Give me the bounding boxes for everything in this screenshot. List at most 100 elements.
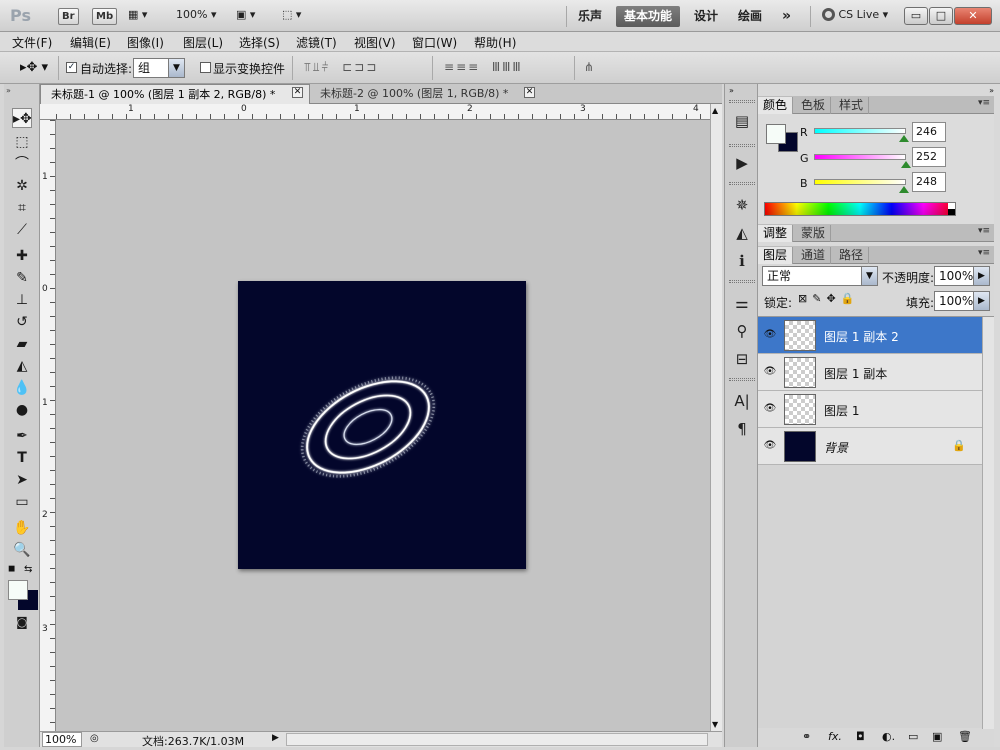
panel-menu-icon[interactable]: ▾≡ [978, 226, 990, 236]
tab-layers[interactable]: 图层 [758, 247, 794, 264]
tab-styles[interactable]: 样式 [834, 97, 870, 114]
pen-tool-icon[interactable]: ✒ [12, 426, 32, 446]
layer-row[interactable]: 👁 图层 1 [758, 391, 994, 428]
blue-slider[interactable] [814, 179, 906, 185]
lock-all-icon[interactable]: 🔒 [841, 292, 860, 305]
tab-color[interactable]: 颜色 [758, 97, 794, 114]
lock-pixels-icon[interactable]: ✎ [812, 292, 826, 305]
launch-bridge-button[interactable]: Br [58, 8, 79, 25]
launch-minibridge-button[interactable]: Mb [92, 8, 118, 25]
move-tool-preset-picker[interactable]: ▸✥ ▾ [20, 60, 48, 75]
move-tool-icon[interactable]: ▸✥ [12, 108, 32, 128]
brush-tool-icon[interactable]: ✎ [12, 268, 32, 288]
lock-options[interactable]: ⊠✎✥🔒 [798, 292, 859, 305]
lock-transparency-icon[interactable]: ⊠ [798, 292, 812, 305]
paragraph-panel-icon[interactable]: ¶ [731, 418, 753, 440]
lock-position-icon[interactable]: ✥ [826, 292, 840, 305]
status-zoom-field[interactable]: 100% [42, 732, 82, 747]
align-buttons-group[interactable]: ⫪⫫⫩ ⊏⊐⊐ [304, 60, 378, 75]
workspace-design-button[interactable]: 设计 [686, 6, 726, 27]
type-tool-icon[interactable]: T [12, 448, 32, 468]
distribute-top-icon[interactable]: ≡ [444, 60, 456, 74]
red-value-input[interactable]: 246 [912, 122, 946, 142]
healing-brush-tool-icon[interactable]: ✚ [12, 246, 32, 266]
layer-row[interactable]: 👁 背景 🔒 [758, 428, 994, 465]
collapse-dock-icon[interactable]: » [729, 86, 734, 95]
vertical-scrollbar[interactable]: ▲ ▼ [710, 104, 722, 731]
panel-menu-icon[interactable]: ▾≡ [978, 248, 990, 258]
menu-file[interactable]: 文件(F) [12, 34, 52, 51]
vertical-ruler[interactable]: 1 0 1 2 3 [40, 120, 56, 731]
zoom-level-dropdown[interactable]: 100% ▾ [176, 8, 216, 21]
distribute-hcenter-icon[interactable]: Ⅲ [502, 60, 512, 74]
opacity-input[interactable]: 100% ▶ [934, 266, 990, 286]
eraser-tool-icon[interactable]: ▰ [12, 334, 32, 354]
green-slider-thumb[interactable] [901, 161, 911, 168]
eyedropper-tool-icon[interactable]: ⟋ [12, 220, 32, 240]
arrange-documents-button[interactable]: ▣ ▾ [236, 8, 255, 21]
navigator-panel-icon[interactable]: ✵ [731, 194, 753, 216]
scroll-down-icon[interactable]: ▼ [712, 720, 718, 729]
align-hcenter-icon[interactable]: ⊐ [354, 60, 366, 74]
menu-help[interactable]: 帮助(H) [474, 34, 516, 51]
distribute-right-icon[interactable]: Ⅲ [512, 60, 522, 74]
maximize-button[interactable]: □ [929, 7, 953, 25]
tab-channels[interactable]: 通道 [796, 247, 832, 264]
green-value-input[interactable]: 252 [912, 147, 946, 167]
menu-layer[interactable]: 图层(L) [183, 34, 223, 51]
tool-presets-icon[interactable]: ⊟ [731, 348, 753, 370]
menu-select[interactable]: 选择(S) [239, 34, 280, 51]
history-brush-tool-icon[interactable]: ↺ [12, 312, 32, 332]
distribute-buttons-group[interactable]: ≡≡≡ ⅢⅢⅢ [444, 60, 523, 74]
adjustment-icon[interactable]: ◐. [882, 730, 895, 743]
align-left-icon[interactable]: ⊏ [342, 60, 354, 74]
layer-row[interactable]: 👁 图层 1 副本 2 [758, 317, 994, 354]
clone-stamp-tool-icon[interactable]: ⊥ [12, 290, 32, 310]
marquee-tool-icon[interactable]: ⬚ [12, 132, 32, 152]
histogram-panel-icon[interactable]: ◭ [731, 222, 753, 244]
status-preview-icon[interactable]: ◎ [90, 733, 99, 744]
distribute-left-icon[interactable]: Ⅲ [492, 60, 502, 74]
document-canvas[interactable] [238, 281, 526, 569]
horizontal-ruler[interactable]: 1 0 1 2 3 4 [40, 104, 710, 120]
workspace-painting-button[interactable]: 绘画 [730, 6, 770, 27]
tab-document-1[interactable]: 未标题-1 @ 100% (图层 1 副本 2, RGB/8) * [40, 84, 310, 104]
tab-swatches[interactable]: 色板 [796, 97, 832, 114]
menu-image[interactable]: 图像(I) [127, 34, 164, 51]
foreground-color-swatch[interactable] [8, 580, 28, 600]
blend-mode-dropdown[interactable]: 正常 ▼ [762, 266, 878, 286]
menu-window[interactable]: 窗口(W) [412, 34, 457, 51]
more-workspaces-button[interactable]: » [774, 6, 799, 27]
show-transform-checkbox[interactable] [200, 62, 211, 73]
screen-mode-button[interactable]: ⬚ ▾ [282, 8, 301, 21]
tab-masks[interactable]: 蒙版 [796, 225, 832, 242]
mask-icon[interactable]: ◘ [856, 730, 865, 743]
workspace-music-button[interactable]: 乐声 [570, 6, 610, 27]
auto-select-target-dropdown[interactable]: 组 ▼ [133, 58, 185, 78]
close-tab-icon[interactable]: ✕ [524, 87, 535, 98]
visibility-eye-icon[interactable]: 👁 [762, 402, 778, 416]
zoom-tool-icon[interactable]: 🔍 [12, 540, 32, 560]
tab-adjustments[interactable]: 调整 [758, 225, 794, 242]
collapse-panels-icon[interactable]: » [989, 86, 994, 95]
rectangle-tool-icon[interactable]: ▭ [12, 492, 32, 512]
visibility-eye-icon[interactable]: 👁 [762, 439, 778, 453]
panel-menu-icon[interactable]: ▾≡ [978, 98, 990, 108]
menu-edit[interactable]: 编辑(E) [70, 34, 111, 51]
fx-icon[interactable]: fx. [828, 730, 842, 743]
status-menu-arrow-icon[interactable]: ▶ [272, 733, 279, 743]
foreground-color-chip[interactable] [766, 124, 786, 144]
history-panel-icon[interactable]: ▤ [731, 110, 753, 132]
link-icon[interactable]: ⚭ [802, 730, 811, 743]
color-spectrum-bar[interactable] [764, 202, 956, 216]
default-colors-icon[interactable]: ◼ [8, 564, 15, 574]
black-swatch[interactable] [948, 209, 955, 215]
swap-colors-icon[interactable]: ⇆ [24, 564, 32, 575]
blur-tool-icon[interactable]: 💧 [12, 378, 32, 398]
fill-input[interactable]: 100% ▶ [934, 291, 990, 311]
quick-mask-icon[interactable]: ◙ [12, 612, 32, 632]
auto-align-layers-icon[interactable]: ⋔ [584, 60, 594, 74]
clone-source-icon[interactable]: ⚲ [731, 320, 753, 342]
visibility-eye-icon[interactable]: 👁 [762, 328, 778, 342]
align-bottom-icon[interactable]: ⫩ [322, 60, 331, 74]
